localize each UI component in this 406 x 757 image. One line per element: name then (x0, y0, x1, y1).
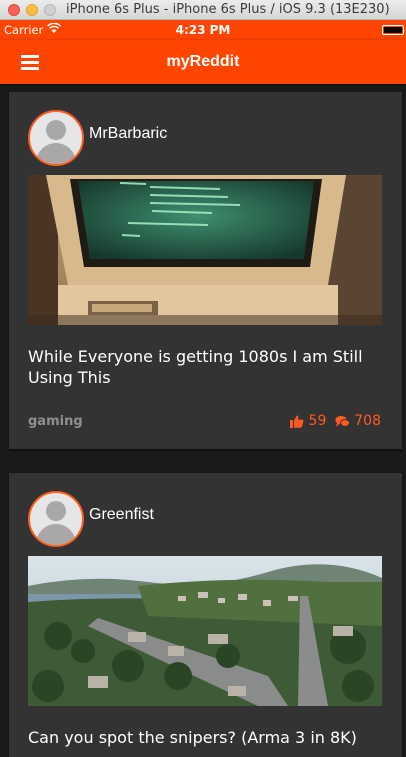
minimize-window-button[interactable] (26, 4, 38, 16)
upvote-count: 59 (308, 413, 327, 429)
post-thumbnail[interactable] (28, 175, 382, 325)
status-time: 4:23 PM (175, 23, 231, 37)
post-feed[interactable]: MrBarbaric While Everyone is getting 108… (0, 84, 406, 757)
post-subreddit[interactable]: gaming (28, 414, 83, 429)
close-window-button[interactable] (8, 4, 20, 16)
zoom-window-button[interactable] (44, 4, 56, 16)
post-stats: 59 708 (290, 413, 381, 429)
nav-bar: myReddit (0, 40, 406, 84)
post-card[interactable]: MrBarbaric While Everyone is getting 108… (9, 92, 402, 449)
post-title[interactable]: While Everyone is getting 1080s I am Sti… (28, 346, 378, 388)
avatar[interactable] (28, 110, 84, 166)
comments-icon[interactable] (335, 415, 350, 428)
nav-title: myReddit (166, 53, 240, 70)
avatar[interactable] (28, 491, 84, 547)
simulator-title-bar: iPhone 6s Plus - iPhone 6s Plus / iOS 9.… (0, 0, 406, 20)
status-bar: Carrier 4:23 PM (0, 20, 406, 40)
post-card[interactable]: Greenfist Can you spot the snipers? (Arm… (9, 473, 402, 757)
post-image (28, 175, 382, 325)
thumbs-up-icon[interactable] (290, 415, 304, 428)
post-image (28, 556, 382, 706)
post-thumbnail[interactable] (28, 556, 382, 706)
battery-icon (382, 25, 404, 35)
post-author[interactable]: MrBarbaric (89, 125, 167, 143)
window-title: iPhone 6s Plus - iPhone 6s Plus / iOS 9.… (66, 2, 390, 17)
post-title[interactable]: Can you spot the snipers? (Arma 3 in 8K) (28, 727, 378, 748)
comment-count: 708 (354, 413, 381, 429)
post-author[interactable]: Greenfist (89, 506, 154, 524)
